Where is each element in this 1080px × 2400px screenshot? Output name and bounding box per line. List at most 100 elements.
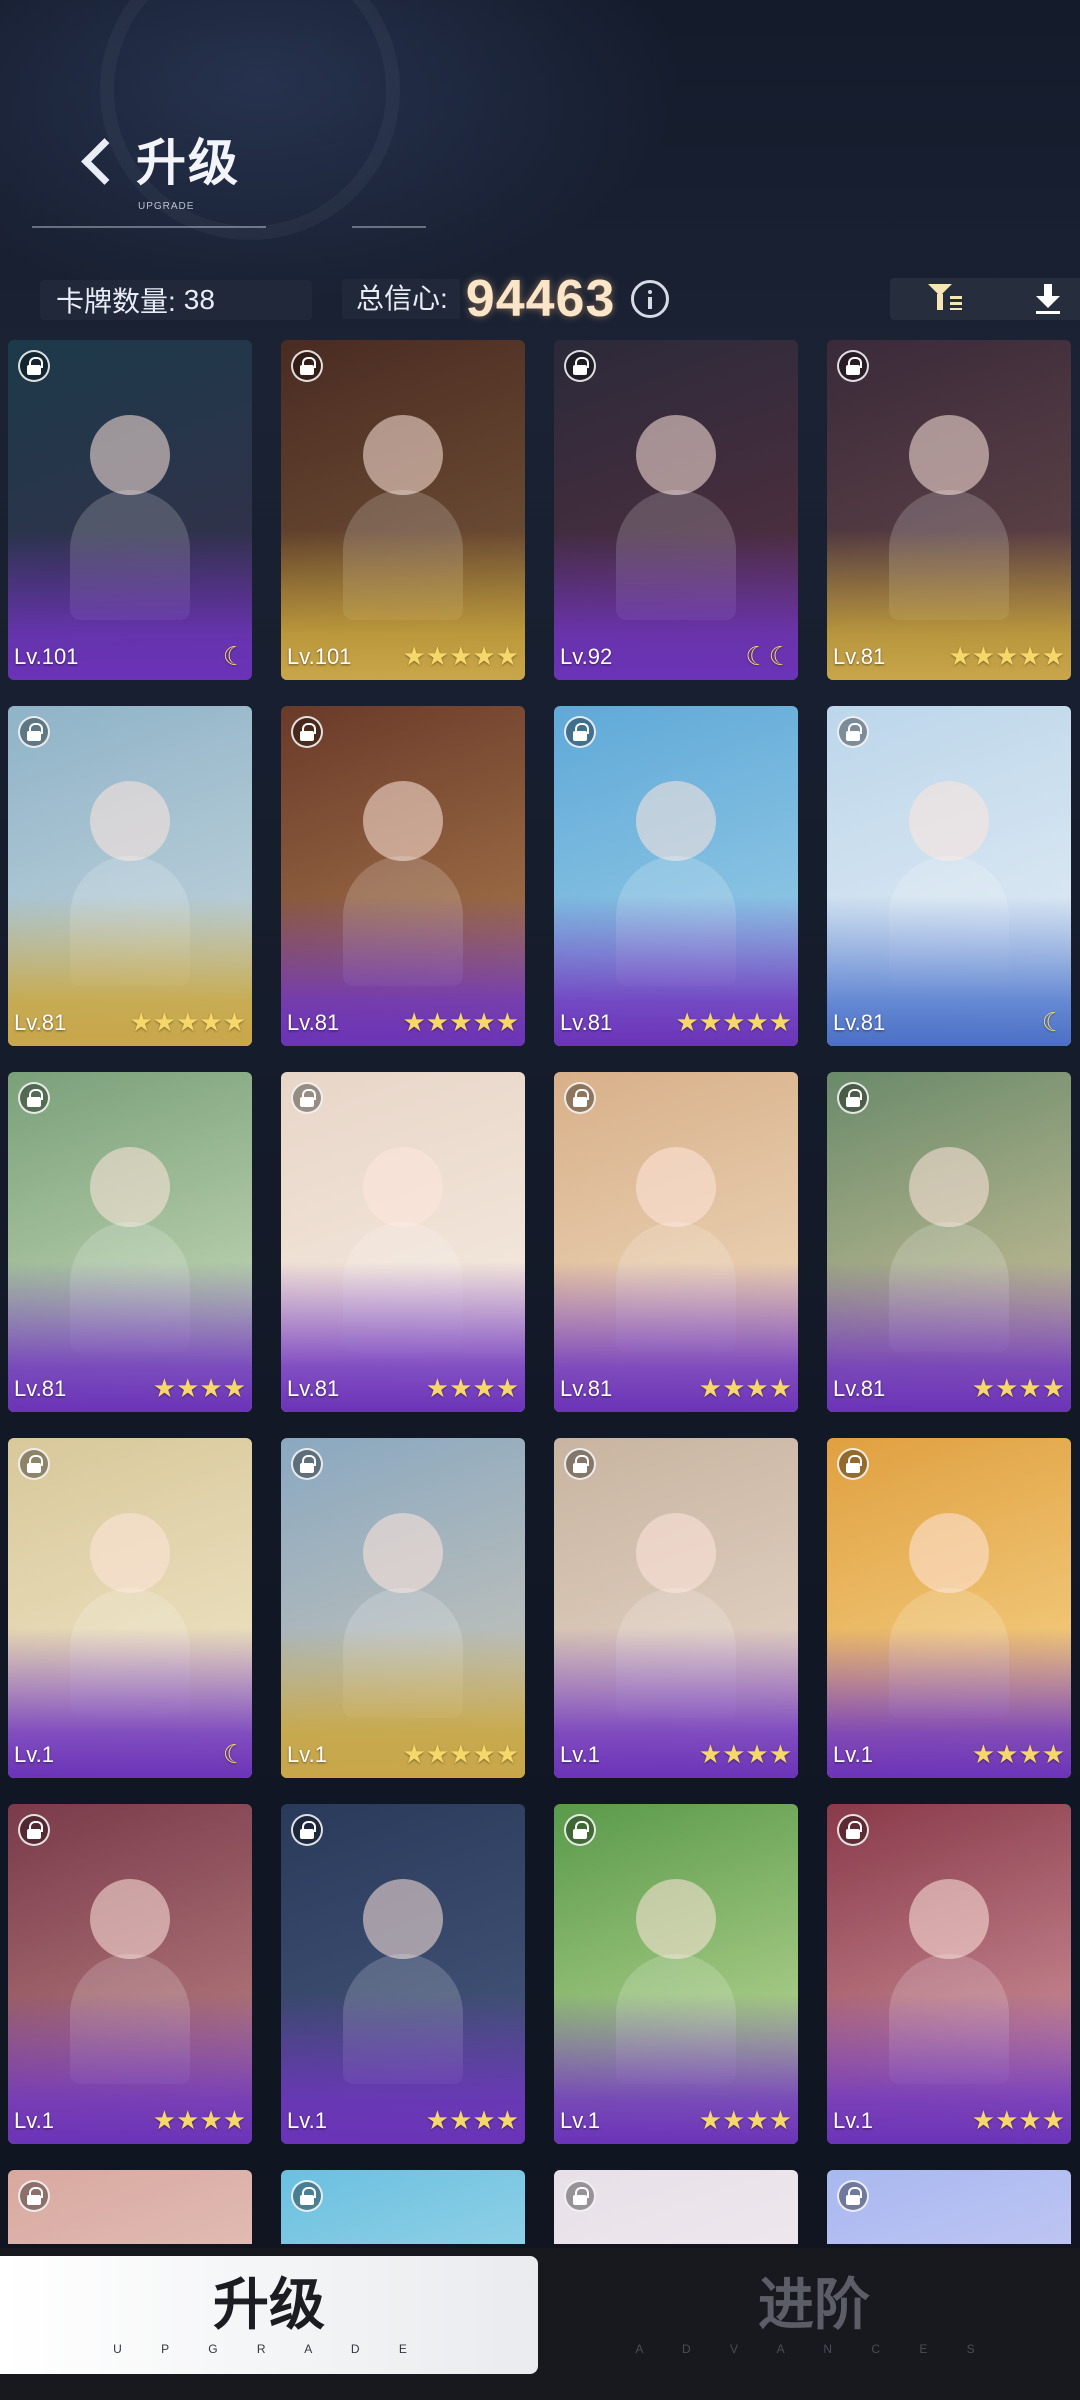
lock-icon[interactable] [18,716,50,748]
card-rank-stars: ★★★★ [152,2105,246,2135]
card-character-head [363,1512,443,1593]
card-character-head [636,780,716,861]
lock-icon[interactable] [564,716,596,748]
card-rank-stars: ★★★★ [971,1739,1065,1769]
card-rank-stars: ★★★★★ [402,1739,519,1769]
card-rank-stars: ★★★★ [152,1373,246,1403]
character-card[interactable] [8,2170,252,2244]
card-character-head [90,780,170,861]
lock-icon[interactable] [837,1448,869,1480]
lock-icon[interactable] [18,2180,50,2212]
character-card[interactable]: Lv.81 ★★★★ [8,1072,252,1412]
character-card[interactable]: Lv.81 ★★★★★ [8,706,252,1046]
lock-icon[interactable] [564,350,596,382]
card-level: Lv.1 [833,2108,873,2133]
character-card[interactable] [827,2170,1071,2244]
lock-icon[interactable] [291,1082,323,1114]
character-card[interactable]: Lv.1 ★★★★ [827,1804,1071,2144]
character-card[interactable]: Lv.81 ★★★★★ [281,706,525,1046]
character-card[interactable] [281,2170,525,2244]
tab-upgrade[interactable]: 升级 U P G R A D E [0,2256,538,2374]
character-card[interactable]: Lv.81 ★★★★★ [554,706,798,1046]
card-rank-stars: ☾ [222,1739,246,1769]
character-card[interactable]: Lv.92 ☾☾ [554,340,798,680]
lock-icon[interactable] [564,1814,596,1846]
character-card[interactable]: Lv.1 ★★★★ [827,1438,1071,1778]
bottom-tab-bar: 升级 U P G R A D E 进阶 A D V A N C E S [0,2248,1080,2400]
page-title: 升级 [136,135,240,191]
card-character-head [636,414,716,495]
card-character-head [90,1512,170,1593]
card-character-head [636,1512,716,1593]
info-icon[interactable] [631,280,670,318]
tab-advances[interactable]: 进阶 A D V A N C E S [548,2256,1080,2374]
lock-icon[interactable] [837,716,869,748]
card-rank-stars: ★★★★ [971,1373,1065,1403]
tab-upgrade-label: 升级 [213,2273,325,2336]
character-card[interactable]: Lv.81 ★★★★ [281,1072,525,1412]
character-card[interactable]: Lv.1 ★★★★ [281,1804,525,2144]
lock-icon[interactable] [837,1814,869,1846]
character-card[interactable]: Lv.101 ☾ [8,340,252,680]
total-confidence-label: 总信心: [342,279,460,319]
lock-icon[interactable] [837,350,869,382]
card-character-head [909,1878,989,1959]
character-card[interactable]: Lv.1 ★★★★ [554,1804,798,2144]
lock-icon[interactable] [291,350,323,382]
character-card[interactable] [554,2170,798,2244]
card-rank-stars: ★★★★ [425,1373,519,1403]
lock-icon[interactable] [291,716,323,748]
page-title-group: 升级 UPGRADE [78,135,240,212]
character-card[interactable]: Lv.1 ☾ [8,1438,252,1778]
character-card[interactable]: Lv.81 ★★★★★ [827,340,1071,680]
character-card[interactable]: Lv.81 ★★★★ [554,1072,798,1412]
total-confidence-value: 94463 [465,270,616,328]
lock-icon[interactable] [564,1448,596,1480]
lock-icon[interactable] [564,1082,596,1114]
character-card[interactable]: Lv.1 ★★★★ [8,1804,252,2144]
filter-button[interactable] [890,278,1000,320]
card-level: Lv.81 [14,1376,67,1401]
lock-icon[interactable] [291,1814,323,1846]
lock-icon[interactable] [291,1448,323,1480]
lock-icon[interactable] [291,2180,323,2212]
card-level: Lv.101 [287,644,352,669]
card-rank-stars: ☾ [222,641,246,671]
lock-icon[interactable] [837,2180,869,2212]
card-rank-stars: ★★★★ [698,2105,792,2135]
character-card[interactable]: Lv.1 ★★★★ [554,1438,798,1778]
card-character-head [909,780,989,861]
card-level: Lv.81 [833,644,886,669]
card-level: Lv.1 [287,1742,327,1767]
card-level: Lv.81 [287,1010,340,1035]
card-rank-stars: ☾☾ [745,641,792,671]
character-card[interactable]: Lv.101 ★★★★★ [281,340,525,680]
card-level: Lv.1 [14,2108,54,2133]
character-card[interactable]: Lv.81 ★★★★ [827,1072,1071,1412]
card-rank-stars: ★★★★ [971,2105,1065,2135]
card-character-head [909,414,989,495]
card-rank-stars: ★★★★★ [129,1007,246,1037]
tab-upgrade-sublabel: U P G R A D E [113,2342,425,2356]
card-rank-stars: ★★★★ [425,2105,519,2135]
lock-icon[interactable] [18,1448,50,1480]
sort-download-button[interactable] [993,278,1080,320]
card-level: Lv.81 [833,1010,886,1035]
lock-icon[interactable] [564,2180,596,2212]
card-rank-stars: ★★★★★ [675,1007,792,1037]
card-level: Lv.81 [287,1376,340,1401]
download-icon [1036,284,1060,314]
card-level: Lv.81 [14,1010,67,1035]
lock-icon[interactable] [18,350,50,382]
card-rank-stars: ★★★★★ [948,641,1065,671]
lock-icon[interactable] [837,1082,869,1114]
character-card[interactable]: Lv.81 ☾ [827,706,1071,1046]
lock-icon[interactable] [18,1082,50,1114]
chevron-left-icon [78,135,118,191]
card-character-head [90,1878,170,1959]
lock-icon[interactable] [18,1814,50,1846]
card-rank-stars: ★★★★★ [402,641,519,671]
title-divider [32,226,266,228]
card-character-head [909,1146,989,1227]
character-card[interactable]: Lv.1 ★★★★★ [281,1438,525,1778]
